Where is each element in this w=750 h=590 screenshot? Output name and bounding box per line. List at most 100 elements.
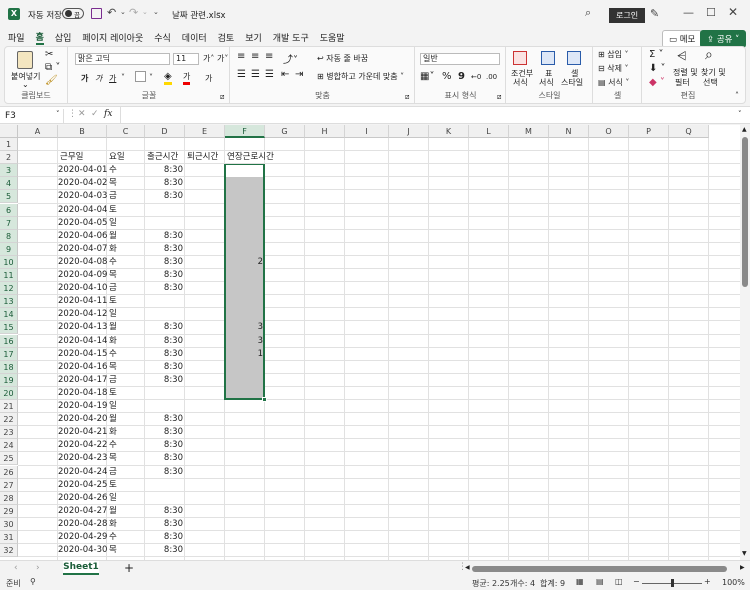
page-layout-view-icon[interactable]: ▤ <box>596 577 604 586</box>
cell-in-19[interactable]: 8:30 <box>145 374 185 387</box>
borders-dropdown-icon[interactable]: ˅ <box>149 73 153 82</box>
cell-day-23[interactable]: 화 <box>109 426 147 439</box>
cell-date-22[interactable]: 2020-04-20 <box>58 413 107 426</box>
align-left-icon[interactable]: ☰ <box>237 69 246 80</box>
column-header-f[interactable]: F <box>225 125 265 138</box>
row-header-11[interactable]: 11 <box>0 269 18 283</box>
cell-ot-30[interactable] <box>225 518 265 531</box>
phonetic-button[interactable]: 가 <box>205 73 212 84</box>
number-launcher-icon[interactable]: ⧄ <box>497 93 501 102</box>
cell-day-9[interactable]: 화 <box>109 243 147 256</box>
increase-indent-icon[interactable]: ⇥ <box>295 69 303 80</box>
cell-day-16[interactable]: 화 <box>109 335 147 348</box>
row-header-23[interactable]: 23 <box>0 426 18 440</box>
accessibility-icon[interactable]: ⚲ <box>30 577 36 586</box>
row-header-24[interactable]: 24 <box>0 439 18 453</box>
align-middle-icon[interactable]: ≡ <box>251 51 259 62</box>
underline-dropdown-icon[interactable]: ˅ <box>121 73 125 82</box>
table-format-icon[interactable] <box>541 51 555 65</box>
row-header-3[interactable]: 3 <box>0 164 18 178</box>
number-format-select[interactable]: 일반 <box>420 53 500 65</box>
cell-ot-16[interactable]: 3 <box>225 335 265 348</box>
row-header-6[interactable]: 6 <box>0 203 18 217</box>
cell-ot-25[interactable] <box>225 452 265 465</box>
add-sheet-icon[interactable]: + <box>124 561 134 575</box>
cell-day-31[interactable]: 수 <box>109 531 147 544</box>
horizontal-scroll-thumb[interactable] <box>472 566 727 572</box>
cell-ot-22[interactable] <box>225 413 265 426</box>
cell-day-22[interactable]: 월 <box>109 413 147 426</box>
cell-in-6[interactable] <box>145 204 185 217</box>
header-cell-c[interactable]: 요일 <box>109 151 125 164</box>
zoom-in-icon[interactable]: + <box>704 577 711 586</box>
cell-date-4[interactable]: 2020-04-02 <box>58 177 107 190</box>
cell-ot-32[interactable] <box>225 544 265 557</box>
header-cell-d[interactable]: 출근시간 <box>147 151 178 164</box>
column-header-p[interactable]: P <box>629 125 669 138</box>
maximize-icon[interactable]: ☐ <box>706 6 716 19</box>
cell-day-5[interactable]: 금 <box>109 190 147 203</box>
column-header-c[interactable]: C <box>107 125 145 138</box>
cell-ot-27[interactable] <box>225 479 265 492</box>
row-header-17[interactable]: 17 <box>0 347 18 361</box>
cell-date-23[interactable]: 2020-04-21 <box>58 426 107 439</box>
column-header-b[interactable]: B <box>58 125 107 138</box>
cell-in-29[interactable]: 8:30 <box>145 505 185 518</box>
tab-data[interactable]: 데이터 <box>182 31 207 44</box>
cell-in-1[interactable] <box>145 138 185 151</box>
column-header-k[interactable]: K <box>429 125 469 138</box>
cell-in-18[interactable]: 8:30 <box>145 361 185 374</box>
cell-in-7[interactable] <box>145 217 185 230</box>
column-header-j[interactable]: J <box>389 125 429 138</box>
formula-expand-icon[interactable]: ˅ <box>738 110 742 118</box>
cell-day-10[interactable]: 수 <box>109 256 147 269</box>
cell-in-9[interactable]: 8:30 <box>145 243 185 256</box>
cell-date-10[interactable]: 2020-04-08 <box>58 256 107 269</box>
cell-ot-7[interactable] <box>225 217 265 230</box>
font-launcher-icon[interactable]: ⧄ <box>220 93 224 102</box>
row-header-1[interactable]: 1 <box>0 138 18 152</box>
tab-developer[interactable]: 개발 도구 <box>273 31 309 44</box>
cell-date-21[interactable]: 2020-04-19 <box>58 400 107 413</box>
decrease-indent-icon[interactable]: ⇤ <box>281 69 289 80</box>
wrap-text-button[interactable]: ↩ 자동 줄 바꿈 <box>317 53 368 64</box>
zoom-out-icon[interactable]: − <box>633 577 640 586</box>
cell-in-32[interactable]: 8:30 <box>145 544 185 557</box>
clear-icon[interactable]: ◆ ˅ <box>649 77 665 88</box>
cell-in-25[interactable]: 8:30 <box>145 452 185 465</box>
cell-in-3[interactable]: 8:30 <box>145 164 185 177</box>
fill-color-icon[interactable]: ◈ <box>164 71 172 85</box>
row-header-10[interactable]: 10 <box>0 255 18 269</box>
autosave-toggle[interactable]: 끔 <box>62 8 84 19</box>
cell-in-16[interactable]: 8:30 <box>145 335 185 348</box>
cell-in-13[interactable] <box>145 295 185 308</box>
cell-ot-1[interactable] <box>225 138 265 151</box>
grow-font-button[interactable]: 가˄ <box>203 53 214 64</box>
cell-day-32[interactable]: 목 <box>109 544 147 557</box>
save-icon[interactable] <box>91 8 102 19</box>
format-painter-icon[interactable]: 🖌 <box>45 75 58 86</box>
cell-date-18[interactable]: 2020-04-16 <box>58 361 107 374</box>
row-header-14[interactable]: 14 <box>0 308 18 322</box>
vertical-scrollbar[interactable]: ▲ ▼ <box>740 125 750 560</box>
zoom-slider-thumb[interactable] <box>671 579 674 587</box>
cell-ot-14[interactable] <box>225 308 265 321</box>
cell-day-4[interactable]: 목 <box>109 177 147 190</box>
cell-date-17[interactable]: 2020-04-15 <box>58 348 107 361</box>
cell-day-18[interactable]: 목 <box>109 361 147 374</box>
cell-in-21[interactable] <box>145 400 185 413</box>
tab-insert[interactable]: 삽입 <box>55 31 72 44</box>
row-header-5[interactable]: 5 <box>0 190 18 204</box>
cell-date-27[interactable]: 2020-04-25 <box>58 479 107 492</box>
namebox-dropdown-icon[interactable]: ˅ <box>56 110 60 118</box>
cell-ot-18[interactable] <box>225 361 265 374</box>
cell-in-24[interactable]: 8:30 <box>145 439 185 452</box>
comma-icon[interactable]: 9 <box>458 71 465 82</box>
cut-icon[interactable]: ✂ <box>45 49 53 60</box>
sheet-tab-sheet1[interactable]: Sheet1 <box>63 561 99 575</box>
cell-in-10[interactable]: 8:30 <box>145 256 185 269</box>
row-header-16[interactable]: 16 <box>0 334 18 348</box>
cell-day-19[interactable]: 금 <box>109 374 147 387</box>
header-cell-b[interactable]: 근무일 <box>60 151 83 164</box>
scroll-up-icon[interactable]: ▲ <box>742 126 747 133</box>
